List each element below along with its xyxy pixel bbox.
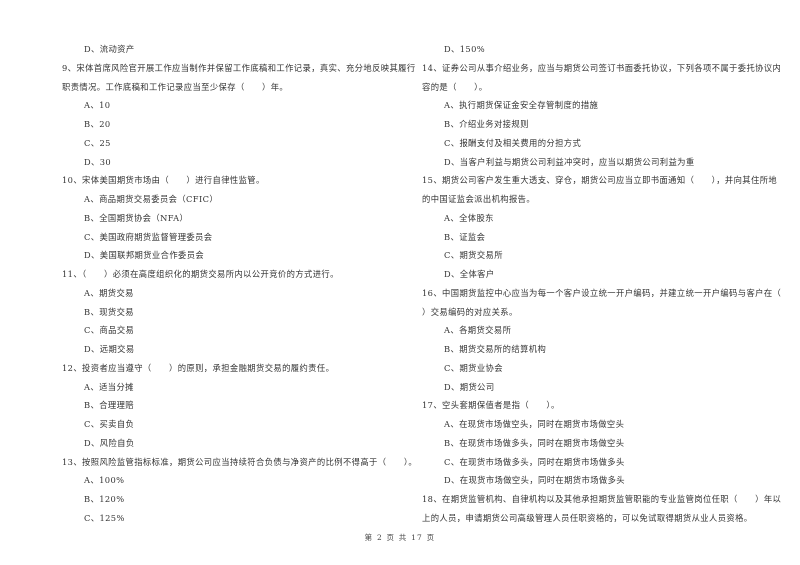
question-text: 17、空头套期保值者是指（ ）。 (422, 400, 560, 411)
answer-option: A、在现货市场做空头，同时在期货市场做空头 (444, 419, 625, 429)
answer-option: A、10 (84, 100, 111, 111)
page-number: 第 2 页 共 17 页 (364, 533, 436, 542)
answer-option: B、介绍业务对接规则 (444, 119, 529, 129)
answer-option: A、执行期货保证金安全存管制度的措施 (444, 100, 599, 111)
question-text: 16、中国期货监控中心应当为每一个客户设立统一开户编码，并建立统一开户编码与客户… (422, 287, 782, 298)
answer-option: D、全体客户 (444, 269, 495, 279)
question-text: 9、宋体首席风险官开展工作应当制作并保留工作底稿和工作记录，真实、充分地反映其履… (62, 62, 416, 73)
answer-option: B、20 (84, 119, 111, 129)
question-text: 10、宋体美国期货市场由（ ）进行自律性监管。 (62, 175, 265, 186)
question-text-continued: 容的是（ ）。 (422, 81, 488, 92)
answer-option: C、美国政府期货监督管理委员会 (84, 231, 213, 242)
answer-option: A、全体股东 (444, 212, 494, 223)
answer-option: B、全国期货协会（NFA） (84, 212, 189, 223)
answer-option: C、买卖自负 (84, 419, 135, 429)
question-text: 12、投资者应当遵守（ ）的原则，承担金融期货交易的履约责任。 (62, 362, 335, 373)
answer-option: C、报酬支付及相关费用的分担方式 (444, 137, 582, 148)
answer-option: B、现货交易 (84, 306, 134, 317)
answer-option: C、商品交易 (84, 325, 135, 336)
question-text-continued: 上的人员，申请期货公司高级管理人员任职资格的，可以免试取得期货从业人员资格。 (422, 512, 753, 523)
answer-option: D、150% (444, 44, 486, 54)
question-text-continued: 的中国证监会派出机构报告。 (422, 194, 536, 204)
answer-option: D、当客户利益与期货公司利益冲突时，应当以期货公司利益为重 (444, 156, 695, 167)
answer-option: A、适当分摊 (84, 381, 134, 392)
answer-option: D、在现货市场做空头，同时在期货市场做多头 (444, 475, 625, 486)
answer-option: C、期货业协会 (444, 362, 503, 373)
answer-option: A、各期货交易所 (444, 325, 512, 336)
answer-option: D、美国联邦期货业合作委员会 (84, 250, 205, 261)
answer-option: B、120% (84, 494, 125, 504)
answer-option: A、期货交易 (84, 287, 134, 298)
answer-option: C、在现货市场做多头，同时在期货市场做多头 (444, 456, 625, 467)
answer-option: A、100% (84, 475, 125, 486)
question-text: 14、证券公司从事介绍业务，应当与期货公司签订书面委托协议，下列各项不属于委托协… (422, 62, 782, 73)
answer-option: B、证监会 (444, 231, 486, 242)
question-text: 11、（ ）必须在高度组织化的期货交易所内以公开竞价的方式进行。 (62, 269, 339, 279)
answer-option: C、25 (84, 137, 111, 148)
answer-option: D、风险自负 (84, 437, 135, 448)
answer-option: C、125% (84, 512, 125, 523)
question-text: 18、在期货监管机构、自律机构以及其他承担期货监管职能的专业监管岗位任职（ ）年… (422, 494, 782, 504)
question-text-continued: ）交易编码的对应关系。 (422, 306, 518, 317)
answer-option: B、期货交易所的结算机构 (444, 344, 547, 354)
question-text: 13、按照风险监管指标标准，期货公司应当持续符合负债与净资产的比例不得高于（ ）… (62, 456, 418, 467)
answer-option: A、商品期货交易委员会（CFIC） (84, 194, 219, 204)
answer-option: B、在现货市场做多头，同时在期货市场做空头 (444, 437, 625, 448)
question-text-continued: 职责情况。工作底稿和工作记录应当至少保存（ ）年。 (62, 81, 289, 92)
answer-option: D、期货公司 (444, 381, 495, 392)
answer-option: C、期货交易所 (444, 250, 503, 261)
answer-option: D、远期交易 (84, 344, 135, 354)
answer-option: D、流动资产 (84, 44, 135, 54)
answer-option: D、30 (84, 156, 112, 167)
question-text: 15、期货公司客户发生重大透支、穿仓，期货公司应当立即书面通知（ ），并向其住所… (422, 175, 778, 186)
answer-option: B、合理理赔 (84, 400, 134, 411)
